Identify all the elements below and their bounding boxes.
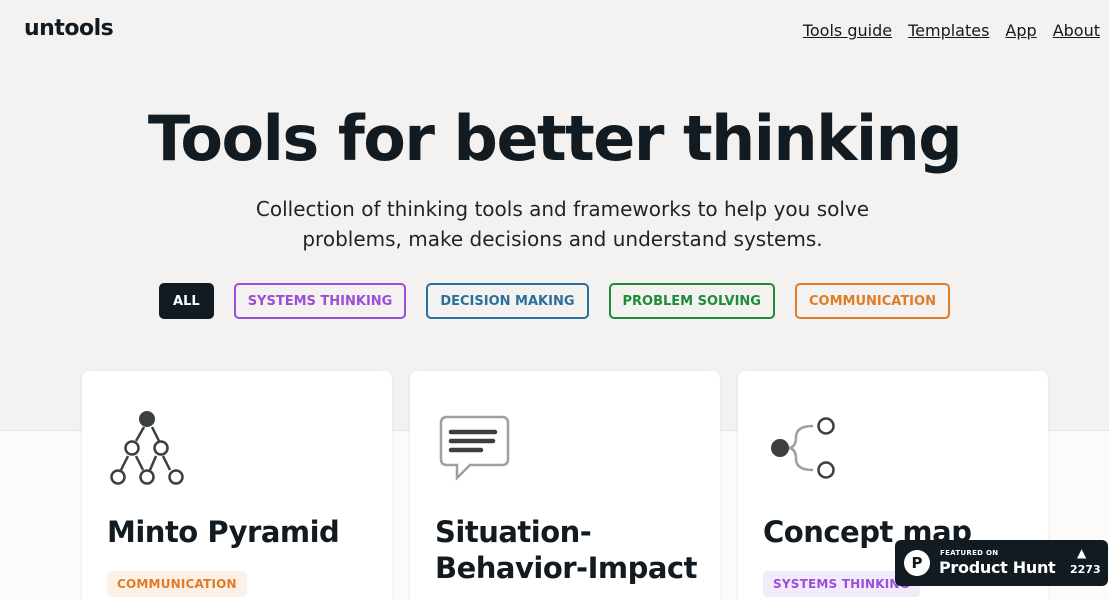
tool-card-minto-pyramid[interactable]: Minto Pyramid COMMUNICATION: [82, 371, 392, 600]
card-title: Situation-Behavior-Impact: [435, 515, 697, 585]
top-nav: Tools guide Templates App About: [803, 21, 1100, 40]
nav-about[interactable]: About: [1053, 21, 1100, 40]
page-subtitle: Collection of thinking tools and framewo…: [255, 197, 870, 251]
category-filters: ALL SYSTEMS THINKING DECISION MAKING PRO…: [0, 283, 1109, 319]
upvote-arrow-icon: ▲: [1077, 546, 1087, 560]
tool-card-sbi[interactable]: Situation-Behavior-Impact: [410, 371, 720, 600]
filter-decision-making[interactable]: DECISION MAKING: [426, 283, 589, 319]
card-title: Minto Pyramid: [107, 515, 340, 549]
filter-systems-thinking[interactable]: SYSTEMS THINKING: [233, 283, 407, 319]
filter-problem-solving[interactable]: PROBLEM SOLVING: [608, 283, 775, 319]
nav-templates[interactable]: Templates: [908, 21, 989, 40]
card-tag-communication[interactable]: COMMUNICATION: [107, 571, 247, 597]
product-hunt-name: Product Hunt: [939, 558, 1056, 577]
speech-bubble-icon: [439, 415, 510, 482]
featured-on-label: FEATURED ON: [940, 549, 999, 557]
filter-communication[interactable]: COMMUNICATION: [794, 283, 950, 319]
product-hunt-logo-icon: P: [904, 550, 930, 576]
product-hunt-badge[interactable]: P FEATURED ON Product Hunt ▲ 2273: [895, 540, 1108, 586]
nav-tools-guide[interactable]: Tools guide: [803, 21, 892, 40]
site-logo[interactable]: untools: [24, 16, 114, 41]
branching-nodes-icon: [771, 417, 835, 479]
filter-all[interactable]: ALL: [159, 283, 214, 319]
pyramid-tree-icon: [110, 411, 184, 485]
upvote-count: 2273: [1070, 563, 1101, 576]
nav-app[interactable]: App: [1005, 21, 1036, 40]
page-title: Tools for better thinking: [147, 102, 963, 175]
